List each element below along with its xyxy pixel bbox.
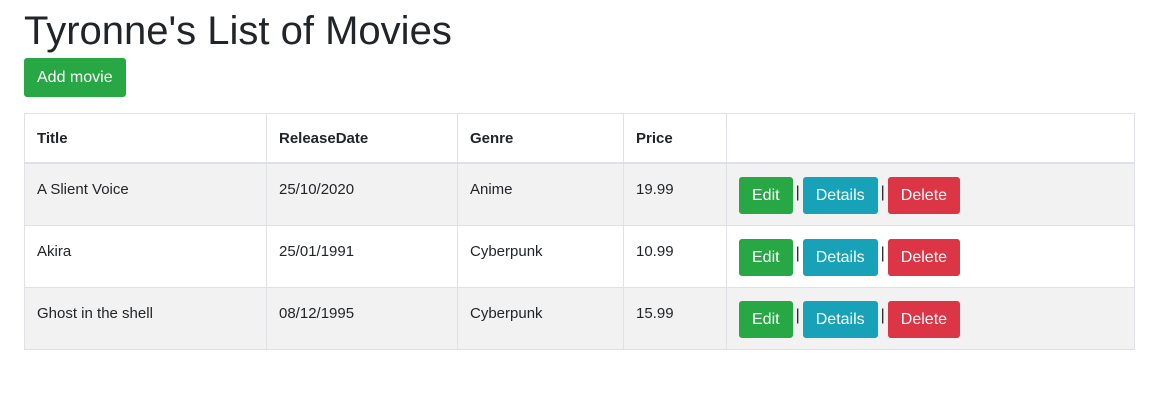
edit-button[interactable]: Edit [739, 238, 793, 276]
cell-price: 10.99 [623, 224, 727, 288]
page-title: Tyronne's List of Movies [24, 9, 452, 53]
edit-button[interactable]: Edit [739, 177, 793, 214]
cell-title: Ghost in the shell [24, 286, 267, 350]
cell-actions: Edit | Details | Delete [726, 162, 1135, 226]
add-movie-wrap: Add movie [24, 58, 1134, 97]
cell-title: Akira [24, 224, 267, 288]
cell-release-date: 08/12/1995 [266, 286, 458, 350]
delete-button[interactable]: Delete [887, 177, 961, 214]
column-header-title: Title [24, 113, 267, 164]
column-header-genre: Genre [457, 113, 624, 164]
details-button[interactable]: Details [802, 177, 878, 214]
cell-title: A Slient Voice [24, 162, 267, 226]
column-header-actions [726, 113, 1135, 164]
page-container: Tyronne's List of Movies Add movie Title… [24, 0, 1135, 350]
table-header-row: Title ReleaseDate Genre Price [24, 113, 1135, 164]
cell-price: 15.99 [623, 286, 727, 350]
action-separator: | [880, 245, 885, 262]
action-separator: | [795, 245, 800, 262]
details-button[interactable]: Details [802, 300, 878, 338]
details-button[interactable]: Details [802, 238, 878, 276]
cell-price: 19.99 [623, 162, 727, 226]
cell-genre: Anime [457, 162, 624, 226]
action-separator: | [880, 183, 885, 201]
table-row: Ghost in the shell 08/12/1995 Cyberpunk … [24, 286, 1135, 350]
add-movie-button[interactable]: Add movie [24, 58, 126, 97]
column-header-release-date: ReleaseDate [266, 113, 458, 164]
action-separator: | [795, 183, 800, 201]
delete-button[interactable]: Delete [887, 300, 961, 338]
table-row: Akira 25/01/1991 Cyberpunk 10.99 Edit | De… [24, 224, 1135, 288]
cell-genre: Cyberpunk [457, 286, 624, 350]
column-header-price: Price [623, 113, 727, 164]
movies-table: Title ReleaseDate Genre Price A Slient V… [24, 113, 1135, 350]
table-body: A Slient Voice 25/10/2020 Anime 19.99 Ed… [24, 162, 1135, 350]
delete-button[interactable]: Delete [887, 238, 961, 276]
cell-actions: Edit | Details | Delete [726, 286, 1135, 350]
edit-button[interactable]: Edit [739, 300, 793, 338]
cell-actions: Edit | Details | Delete [726, 224, 1135, 288]
table-header: Title ReleaseDate Genre Price [24, 113, 1135, 164]
cell-genre: Cyberpunk [457, 224, 624, 288]
cell-release-date: 25/10/2020 [266, 162, 458, 226]
action-separator: | [880, 307, 885, 324]
table-row: A Slient Voice 25/10/2020 Anime 19.99 Ed… [24, 162, 1135, 226]
cell-release-date: 25/01/1991 [266, 224, 458, 288]
action-separator: | [795, 307, 800, 324]
